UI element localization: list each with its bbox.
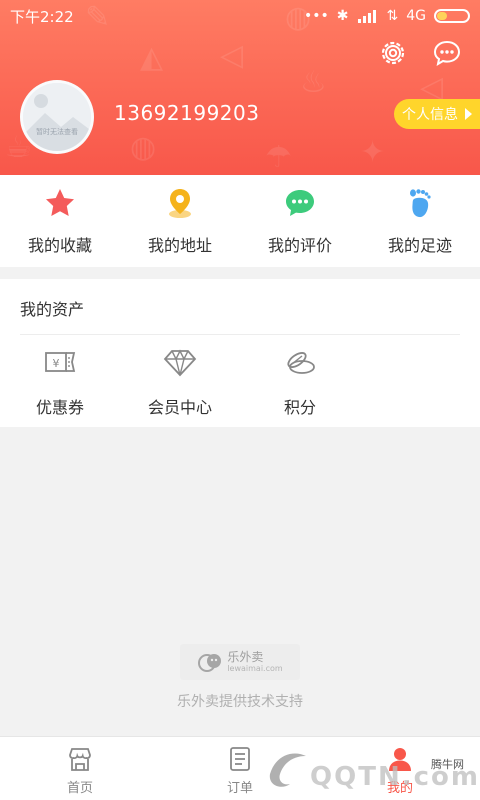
lewaimai-logo: 乐外卖 lewaimai.com	[180, 644, 300, 680]
quick-actions: 我的收藏 我的地址 我的评价 我的足迹	[0, 175, 480, 267]
personal-info-button[interactable]: 个人信息	[394, 99, 480, 129]
arrow-right-icon	[465, 108, 472, 120]
quick-label: 我的评价	[267, 236, 332, 255]
decor-shape: ☂	[265, 140, 292, 175]
chat-bubble-icon	[286, 190, 314, 216]
decor-shape: ◁	[220, 38, 244, 73]
my-assets-section: 我的资产 ¥ 优惠券 会员中心 积分	[0, 279, 480, 427]
asset-coupons[interactable]: ¥ 优惠券	[0, 347, 120, 418]
quick-label: 我的收藏	[27, 236, 92, 255]
brand-url: lewaimai.com	[227, 663, 283, 673]
avatar-caption: 暂时无法查看	[36, 128, 78, 136]
profile-header: ✎ ◭ ◁ ◍ ♨ ◁ ◍ ☂ ✦ ☕ 下午2:22 ••• ✱ ⇅ 4G 暂时…	[0, 0, 480, 175]
personal-info-label: 个人信息	[402, 107, 458, 123]
settings-gear-icon[interactable]	[378, 38, 408, 68]
location-pin-icon	[169, 189, 191, 218]
quick-address[interactable]: 我的地址	[120, 175, 240, 267]
quick-label: 我的足迹	[387, 236, 452, 255]
order-list-icon	[230, 747, 250, 771]
tech-support-text: 乐外卖提供技术支持	[177, 694, 303, 710]
asset-label: 积分	[283, 398, 316, 417]
watermark-text: QQTN.com	[310, 762, 480, 792]
diamond-icon	[163, 349, 197, 377]
battery-icon	[434, 9, 470, 23]
status-time: 下午2:22	[10, 7, 74, 26]
asset-points[interactable]: 积分	[240, 347, 360, 418]
avatar[interactable]: 暂时无法查看	[20, 80, 94, 154]
coins-icon	[287, 352, 315, 374]
quick-footprints[interactable]: 我的足迹	[360, 175, 480, 267]
footprint-icon	[410, 189, 431, 218]
quick-reviews[interactable]: 我的评价	[240, 175, 360, 267]
network-type: 4G	[406, 8, 426, 24]
home-icon	[69, 748, 91, 771]
avatar-placeholder-image	[23, 83, 91, 151]
divider	[20, 334, 460, 335]
nav-label: 首页	[66, 781, 93, 796]
coupon-icon: ¥	[45, 352, 76, 372]
signal-icon	[357, 10, 376, 23]
decor-shape: ✦	[360, 135, 386, 170]
decor-shape: ♨	[300, 65, 327, 100]
bluetooth-icon: ✱	[336, 8, 349, 24]
decor-shape: ◭	[140, 40, 164, 75]
data-arrows-icon: ⇅	[386, 8, 399, 24]
more-dots-icon: •••	[303, 8, 329, 24]
status-indicators: ••• ✱ ⇅ 4G	[304, 8, 470, 24]
nav-home[interactable]: 首页	[0, 737, 160, 800]
asset-membership[interactable]: 会员中心	[120, 347, 240, 418]
watermark-logo-icon	[269, 753, 306, 787]
smiley-logo-icon	[198, 654, 222, 672]
asset-label: 会员中心	[147, 398, 212, 417]
qqtn-watermark: 腾牛网 QQTN.com	[264, 738, 478, 796]
assets-title: 我的资产	[20, 300, 85, 319]
quick-favorites[interactable]: 我的收藏	[0, 175, 120, 267]
svg-text:¥: ¥	[53, 357, 60, 370]
decor-shape: ◍	[130, 130, 157, 165]
status-bar: 下午2:22 ••• ✱ ⇅ 4G	[0, 0, 480, 32]
user-phone: 13692199203	[114, 101, 260, 125]
brand-name: 乐外卖	[227, 649, 264, 664]
star-icon	[46, 189, 74, 216]
asset-label: 优惠券	[35, 398, 84, 417]
quick-label: 我的地址	[147, 236, 212, 255]
message-icon[interactable]	[432, 38, 462, 68]
